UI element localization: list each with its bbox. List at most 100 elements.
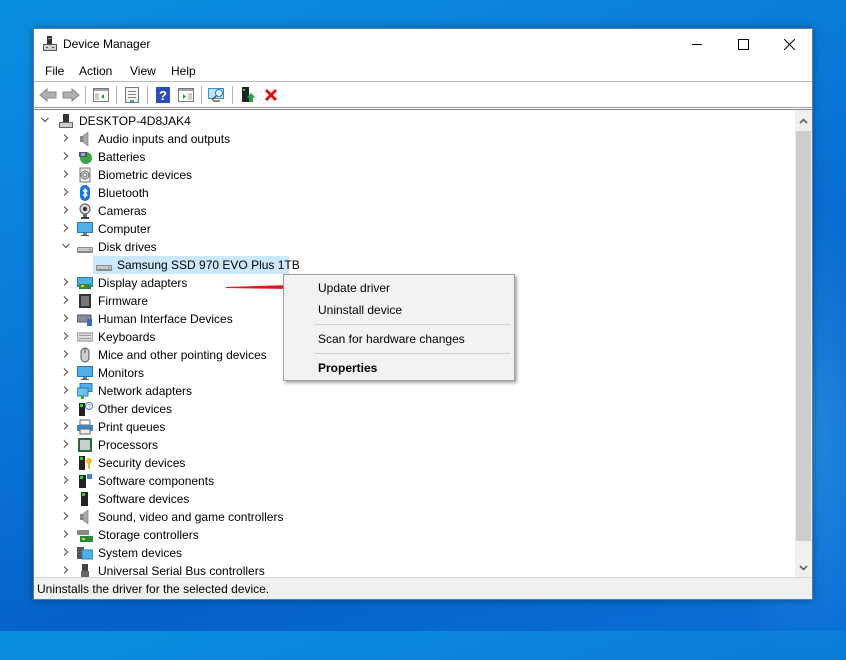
update-driver-button[interactable] <box>238 85 258 105</box>
menu-view[interactable]: View <box>130 64 156 78</box>
chevron-right-icon[interactable] <box>61 367 71 377</box>
status-bar: Uninstalls the driver for the selected d… <box>34 577 812 599</box>
hid-icon <box>77 314 92 326</box>
tree-category-item[interactable]: Sound, video and game controllers <box>34 508 794 526</box>
chevron-down-icon[interactable] <box>61 241 71 251</box>
menu-file[interactable]: File <box>45 64 64 78</box>
scrollbar-thumb[interactable] <box>796 131 811 541</box>
printer-icon <box>77 419 93 435</box>
scroll-up-button[interactable] <box>795 112 812 129</box>
tree-category-item[interactable]: Storage controllers <box>34 526 794 544</box>
help-button[interactable]: ? <box>153 85 173 105</box>
tree-category-item[interactable]: ? Other devices <box>34 400 794 418</box>
tree-category-item[interactable]: Bluetooth <box>34 184 794 202</box>
show-hide-console-tree-button[interactable] <box>91 85 111 105</box>
menu-bar: File Action View Help <box>34 60 812 82</box>
camera-icon <box>79 203 91 219</box>
chevron-right-icon[interactable] <box>61 385 71 395</box>
chevron-right-icon[interactable] <box>61 547 71 557</box>
tree-item-label: Bluetooth <box>98 186 149 200</box>
svg-text:?: ? <box>159 88 167 103</box>
tree-item-label: Other devices <box>98 402 173 416</box>
tree-category-item[interactable]: Processors <box>34 436 794 454</box>
chevron-right-icon[interactable] <box>61 457 71 467</box>
speaker-icon <box>80 131 89 147</box>
tree-item-label: System devices <box>98 546 183 560</box>
tree-device-item[interactable]: Samsung SSD 970 EVO Plus 1TB <box>34 256 794 274</box>
menu-action[interactable]: Action <box>79 64 112 78</box>
unknown-device-icon: ? <box>79 402 93 416</box>
show-hide-action-pane-button[interactable] <box>176 85 196 105</box>
chevron-right-icon[interactable] <box>61 529 71 539</box>
tree-category-item[interactable]: Print queues <box>34 418 794 436</box>
minimize-button[interactable] <box>674 29 720 59</box>
chevron-down-icon[interactable] <box>40 115 50 125</box>
maximize-button[interactable] <box>720 29 766 59</box>
close-button[interactable] <box>766 29 812 59</box>
tree-item-label: Processors <box>98 438 159 452</box>
tree-category-item[interactable]: System devices <box>34 544 794 562</box>
chevron-right-icon[interactable] <box>61 349 71 359</box>
storage-controller-icon <box>77 530 93 542</box>
tree-category-item[interactable]: Security devices <box>34 454 794 472</box>
back-button[interactable] <box>38 85 58 105</box>
tree-category-item[interactable]: Audio inputs and outputs <box>34 130 794 148</box>
menu-item-properties[interactable]: Properties <box>286 357 512 379</box>
properties-button[interactable] <box>122 85 142 105</box>
chevron-right-icon[interactable] <box>61 421 71 431</box>
chevron-right-icon[interactable] <box>61 439 71 449</box>
software-component-icon <box>79 474 92 488</box>
chevron-right-icon[interactable] <box>61 133 71 143</box>
tree-category-item[interactable]: Network adapters <box>34 382 794 400</box>
tree-item-label: Human Interface Devices <box>98 312 233 326</box>
chevron-right-icon[interactable] <box>61 223 71 233</box>
scroll-down-button[interactable] <box>795 559 812 576</box>
disk-drive-icon <box>96 265 112 271</box>
keyboard-icon <box>77 332 93 342</box>
tree-category-item[interactable]: Cameras <box>34 202 794 220</box>
menu-item-scan-hardware[interactable]: Scan for hardware changes <box>286 328 512 350</box>
vertical-scrollbar[interactable] <box>795 110 812 579</box>
tree-item-label: Storage controllers <box>98 528 199 542</box>
chevron-right-icon[interactable] <box>61 493 71 503</box>
chevron-right-icon[interactable] <box>61 475 71 485</box>
action-pane-icon <box>178 88 194 102</box>
tree-item-label: Sound, video and game controllers <box>98 510 284 524</box>
chevron-right-icon[interactable] <box>61 565 71 575</box>
tree-category-item[interactable]: Biometric devices <box>34 166 794 184</box>
tree-item-label: Print queues <box>98 420 166 434</box>
network-icon <box>77 383 93 399</box>
scan-hardware-button[interactable] <box>207 85 227 105</box>
window-title: Device Manager <box>63 37 151 51</box>
tree-category-item[interactable]: Computer <box>34 220 794 238</box>
chevron-right-icon[interactable] <box>61 187 71 197</box>
maximize-icon <box>737 38 749 50</box>
chevron-right-icon[interactable] <box>61 277 71 287</box>
tree-root[interactable]: DESKTOP-4D8JAK4 <box>34 112 794 130</box>
menu-help[interactable]: Help <box>171 64 196 78</box>
tree-item-label: Biometric devices <box>98 168 193 182</box>
chevron-right-icon[interactable] <box>61 313 71 323</box>
tree-category-item[interactable]: Batteries <box>34 148 794 166</box>
bluetooth-icon <box>80 185 90 201</box>
tree-category-item[interactable]: Software devices <box>34 490 794 508</box>
toolbar-separator <box>201 86 202 104</box>
menu-item-uninstall-device[interactable]: Uninstall device <box>286 299 512 321</box>
chevron-right-icon[interactable] <box>61 403 71 413</box>
chip-icon <box>79 294 91 308</box>
uninstall-device-button[interactable] <box>261 85 281 105</box>
tree-category-item[interactable]: Disk drives <box>34 238 794 256</box>
menu-item-update-driver[interactable]: Update driver <box>286 277 512 299</box>
chevron-right-icon[interactable] <box>61 511 71 521</box>
chevron-right-icon[interactable] <box>61 151 71 161</box>
toolbar-separator <box>147 86 148 104</box>
chevron-right-icon[interactable] <box>61 331 71 341</box>
help-icon: ? <box>156 87 170 103</box>
forward-button[interactable] <box>61 85 81 105</box>
chevron-right-icon[interactable] <box>61 295 71 305</box>
tree-item-label: Security devices <box>98 456 186 470</box>
chevron-right-icon[interactable] <box>61 169 71 179</box>
update-driver-icon <box>242 87 256 102</box>
chevron-right-icon[interactable] <box>61 205 71 215</box>
tree-category-item[interactable]: Software components <box>34 472 794 490</box>
